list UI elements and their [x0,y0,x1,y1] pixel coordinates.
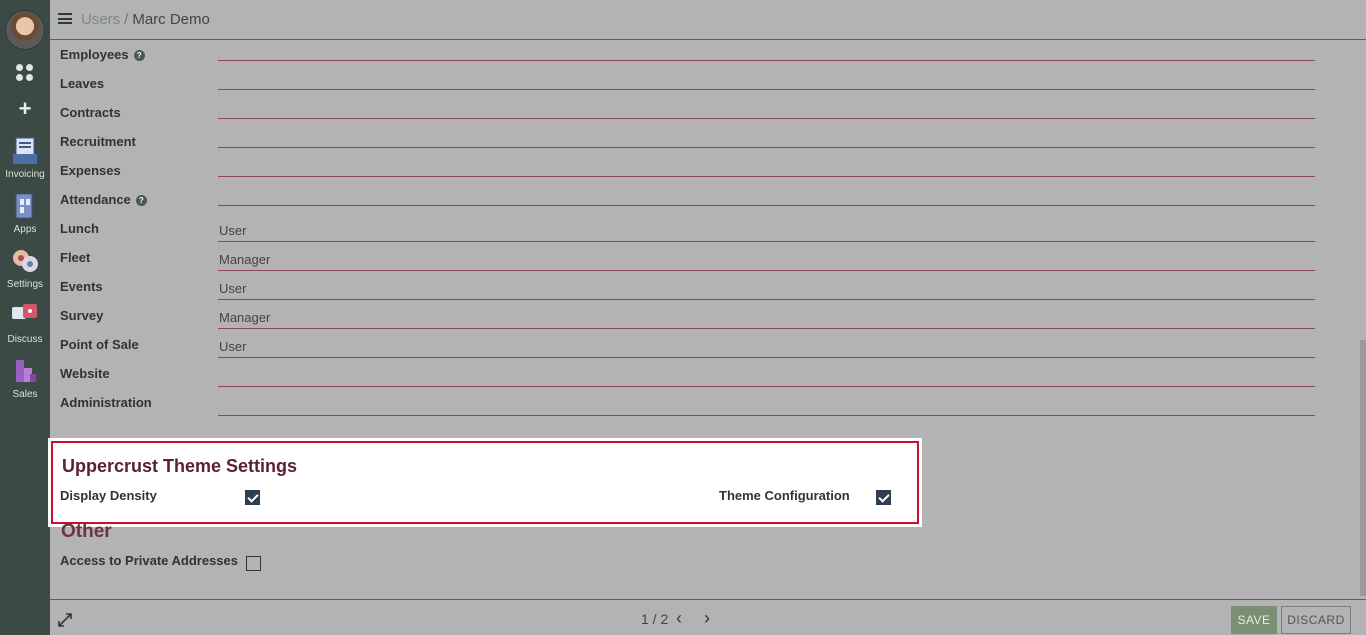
access-row-employees: Employees? [60,47,1315,76]
theme-settings-section: Uppercrust Theme Settings Display Densit… [51,441,919,524]
sidebar-item-apps[interactable]: Apps [0,191,50,235]
sidebar-item-invoicing[interactable]: Invoicing [0,136,50,180]
access-row-recruitment: Recruitment [60,134,1315,163]
settings-icon [13,250,38,272]
access-row-expenses: Expenses [60,163,1315,192]
sales-icon [16,360,36,382]
discard-button[interactable]: DISCARD [1281,606,1351,634]
access-select[interactable] [218,221,1315,242]
sidebar-item-discuss[interactable]: Discuss [0,301,50,345]
access-select[interactable] [218,308,1315,329]
access-row-contracts: Contracts [60,105,1315,134]
access-select[interactable] [218,105,1315,119]
bottom-toolbar: 1 / 2 ‹ › SAVE DISCARD [50,599,1366,635]
sidebar-item-settings[interactable]: Settings [0,246,50,290]
theme-configuration-label: Theme Configuration [719,488,850,503]
control-panel: Users / Marc Demo [50,0,1366,40]
app-sidebar: + Invoicing Apps Settings Discuss Sales [0,0,50,635]
invoicing-icon [13,137,37,164]
private-addresses-checkbox[interactable] [246,556,261,571]
access-row-events: Events User [60,279,1315,308]
expand-icon[interactable] [58,613,72,627]
hamburger-menu-icon[interactable] [58,13,72,24]
breadcrumb-current: Marc Demo [132,11,210,28]
breadcrumb-users-link[interactable]: Users [81,11,120,28]
access-row-fleet: Fleet Manager [60,250,1315,279]
discuss-icon [12,304,37,319]
display-density-label: Display Density [60,488,157,503]
access-row-attendance: Attendance? [60,192,1315,221]
pager-next-icon[interactable]: › [704,609,710,627]
theme-configuration-checkbox[interactable] [876,490,891,505]
access-select[interactable] [218,250,1315,271]
access-row-leaves: Leaves [60,76,1315,105]
access-select[interactable] [218,76,1315,90]
access-select[interactable] [218,279,1315,300]
private-addresses-label: Access to Private Addresses [60,553,239,568]
home-menu-icon[interactable] [16,64,34,82]
access-select[interactable] [218,192,1315,206]
access-row-point-of-sale: Point of Sale User [60,337,1315,366]
access-row-administration: Administration [60,395,1315,424]
apps-icon [15,193,33,219]
access-row-lunch: Lunch User [60,221,1315,250]
add-app-icon[interactable]: + [15,98,35,120]
help-icon[interactable]: ? [135,195,147,206]
pager-value[interactable]: 1 / 2 [641,611,668,627]
access-row-website: Website [60,366,1315,395]
vertical-scrollbar[interactable] [1360,340,1366,596]
display-density-checkbox[interactable] [245,490,260,505]
user-avatar[interactable] [5,10,45,50]
pager-previous-icon[interactable]: ‹ [676,609,682,627]
access-select[interactable] [218,163,1315,177]
section-title: Uppercrust Theme Settings [62,456,298,476]
sidebar-item-sales[interactable]: Sales [0,356,50,400]
access-row-survey: Survey Manager [60,308,1315,337]
access-select[interactable] [218,134,1315,148]
save-button[interactable]: SAVE [1231,606,1277,634]
access-select[interactable] [218,366,1315,387]
access-select[interactable] [218,47,1315,61]
access-select[interactable] [218,395,1315,416]
section-title-other: Other [61,521,112,542]
access-select[interactable] [218,337,1315,358]
help-icon[interactable]: ? [133,50,145,61]
breadcrumb: Users / Marc Demo [81,11,210,28]
